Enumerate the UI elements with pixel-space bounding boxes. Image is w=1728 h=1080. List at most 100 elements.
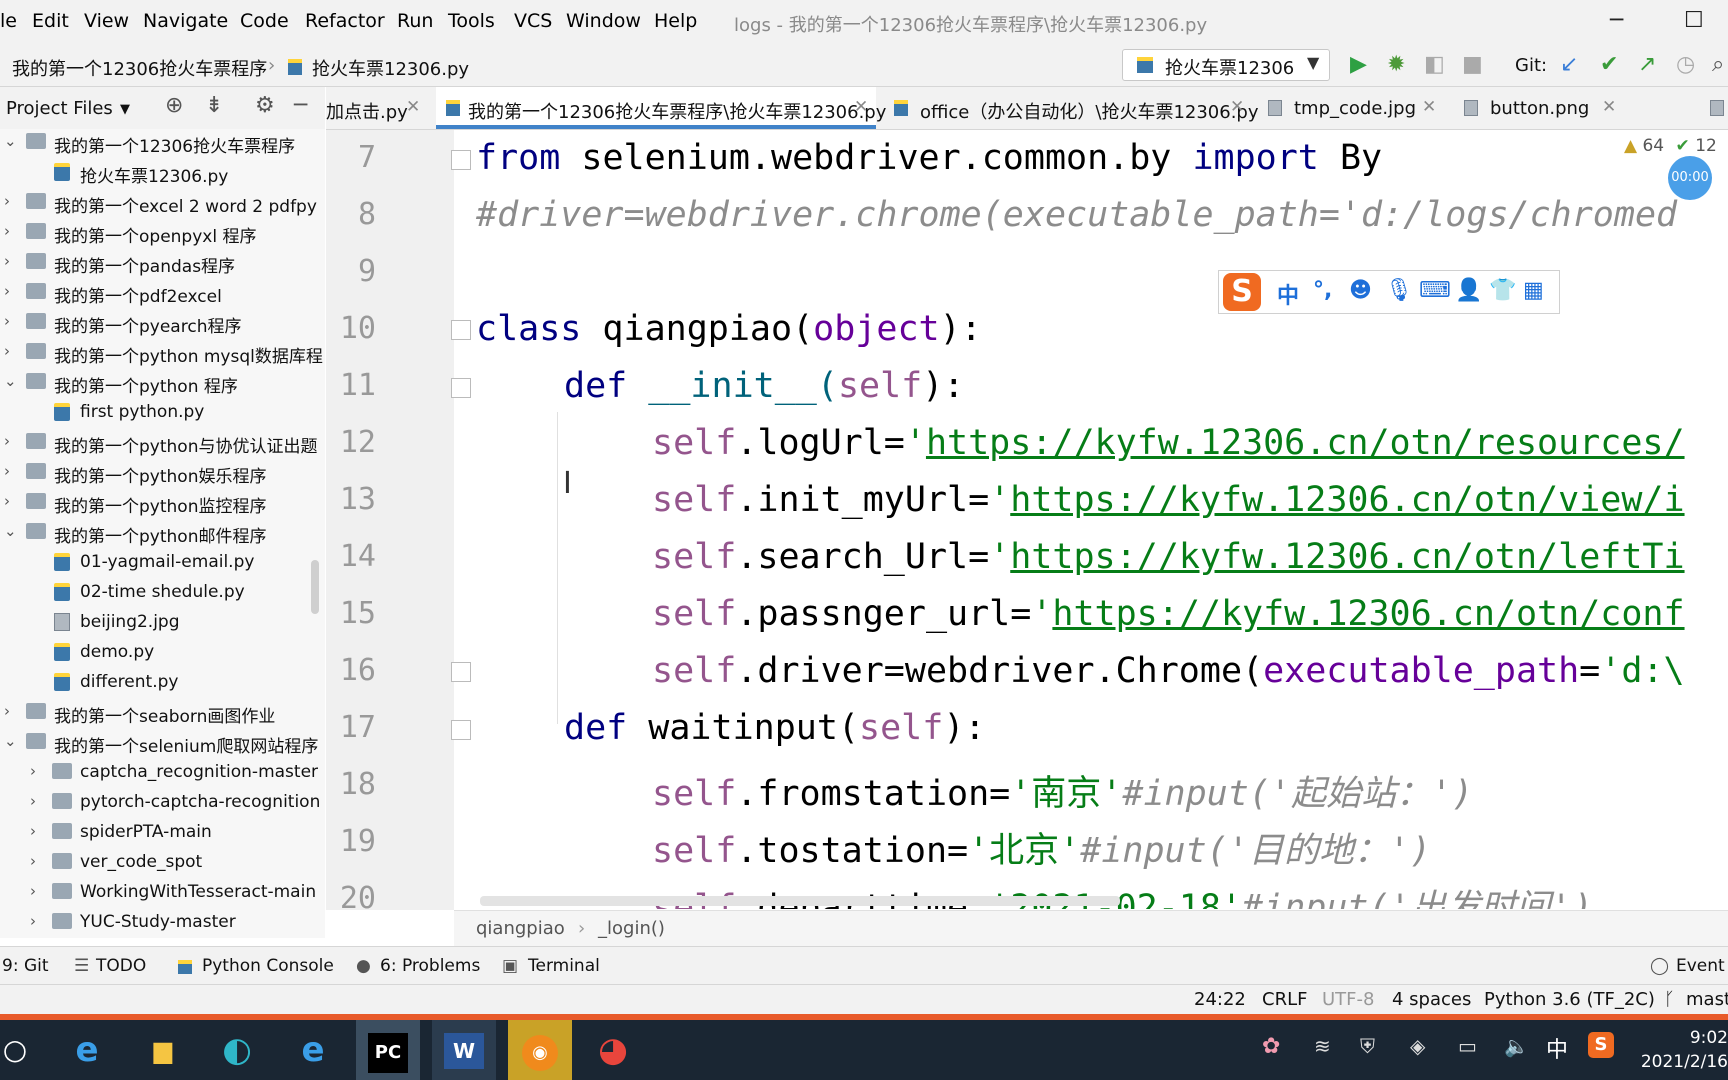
close-icon[interactable]: ✕ — [406, 97, 420, 117]
close-icon[interactable]: ✕ — [854, 97, 868, 117]
close-icon[interactable]: ✕ — [1230, 97, 1244, 117]
stop-icon[interactable]: ■ — [1462, 52, 1483, 77]
toolwindow-terminal[interactable]: Terminal — [528, 956, 600, 976]
project-view-select[interactable]: Project Files — [6, 98, 113, 119]
chevron-right-icon[interactable]: › — [4, 702, 10, 720]
menu-navigate[interactable]: Navigate — [143, 10, 228, 32]
coverage-icon[interactable]: ◧ — [1424, 52, 1445, 77]
internet-explorer-icon[interactable]: e — [64, 1028, 110, 1072]
inspection-widget[interactable]: ▲ 64 ✔ 12 — [1624, 136, 1717, 156]
fold-marker-icon[interactable] — [451, 150, 471, 170]
menu-vcs[interactable]: VCS — [514, 10, 552, 32]
collapse-all-icon[interactable]: ⇟ — [205, 93, 223, 118]
tab-tmp-code-jpg[interactable]: tmp_code.jpg ✕ — [1260, 87, 1446, 129]
pycharm-icon[interactable]: PC — [356, 1020, 420, 1080]
chevron-down-icon[interactable]: ⌄ — [4, 732, 17, 750]
input-method-indicator[interactable]: 中 — [1546, 1032, 1568, 1064]
toolwindow-todo[interactable]: TODO — [96, 956, 146, 976]
chevron-right-icon[interactable]: › — [30, 792, 36, 810]
ime-language-toggle[interactable]: 中 — [1277, 278, 1299, 310]
tree-item[interactable]: ⌄ 我的第一个12306抢火车票程序 — [0, 129, 325, 157]
fold-marker-icon[interactable] — [451, 320, 471, 340]
chevron-down-icon[interactable]: ⌄ — [4, 522, 17, 540]
tree-item[interactable]: › 我的第一个python与协优认证出题 — [0, 429, 325, 457]
fold-marker-icon[interactable] — [451, 662, 471, 682]
close-icon[interactable]: ✕ — [1602, 97, 1616, 117]
menu-view[interactable]: View — [84, 10, 129, 32]
volume-icon[interactable]: 🔈 — [1504, 1034, 1529, 1058]
tab-overflow[interactable] — [1710, 87, 1728, 129]
toolwindow-problems[interactable]: 6: Problems — [380, 956, 480, 976]
menu-edit[interactable]: Edit — [32, 10, 69, 32]
microphone-icon[interactable]: 🎙 — [1385, 278, 1413, 303]
tree-item[interactable]: › captcha_recognition-master — [0, 759, 325, 787]
tree-item[interactable]: 02-time shedule.py — [0, 579, 325, 607]
file-encoding[interactable]: UTF-8 — [1322, 989, 1374, 1010]
shield-icon[interactable]: ⛨ — [1360, 1034, 1375, 1058]
chevron-down-icon[interactable]: ▼ — [120, 102, 130, 117]
tab-office-12306[interactable]: office（办公自动化）\抢火车票12306.py ✕ — [886, 87, 1259, 129]
tree-item[interactable]: different.py — [0, 669, 325, 697]
tree-item[interactable]: ⌄ 我的第一个python邮件程序 — [0, 519, 325, 547]
chevron-right-icon[interactable]: › — [4, 432, 10, 450]
chevron-right-icon[interactable]: › — [4, 282, 10, 300]
tree-item[interactable]: demo.py — [0, 639, 325, 667]
project-tree-scrollbar[interactable] — [311, 560, 319, 614]
ime-punctuation-toggle[interactable]: °, — [1313, 278, 1332, 303]
locate-icon[interactable]: ⊕ — [165, 93, 183, 118]
menu-run[interactable]: Run — [397, 10, 433, 32]
chevron-right-icon[interactable]: › — [30, 822, 36, 840]
tree-item[interactable]: › ver_code_spot — [0, 849, 325, 877]
breadcrumb-class[interactable]: qiangpiao — [476, 918, 565, 939]
edge-icon[interactable]: ◐ — [214, 1028, 260, 1072]
git-branch[interactable]: mast — [1686, 989, 1728, 1010]
python-interpreter[interactable]: Python 3.6 (TF_2C) — [1484, 989, 1655, 1010]
editor-horizontal-scrollbar[interactable] — [480, 896, 1120, 906]
user-icon[interactable]: 👤 — [1455, 278, 1482, 303]
indent-setting[interactable]: 4 spaces — [1392, 989, 1471, 1010]
git-commit-icon[interactable]: ✔ — [1600, 52, 1618, 77]
tree-item[interactable]: › 我的第一个pdf2excel — [0, 279, 325, 307]
menu-help[interactable]: Help — [654, 10, 697, 32]
caret-position[interactable]: 24:22 — [1194, 989, 1246, 1010]
chevron-right-icon[interactable]: › — [4, 342, 10, 360]
tab-button-png[interactable]: button.png ✕ — [1456, 87, 1626, 129]
menu-file[interactable]: le — [0, 10, 17, 32]
battery-icon[interactable]: ▭ — [1458, 1034, 1477, 1058]
search-everywhere-icon[interactable]: ⌕ — [1712, 52, 1724, 77]
chevron-right-icon[interactable]: › — [4, 252, 10, 270]
gear-icon[interactable]: ⚙ — [255, 93, 275, 118]
minimize-icon[interactable]: ─ — [1610, 8, 1623, 33]
apps-grid-icon[interactable]: ▦ — [1523, 278, 1544, 303]
chevron-right-icon[interactable]: › — [4, 192, 10, 210]
sogou-logo-icon[interactable]: S — [1223, 273, 1261, 311]
skin-icon[interactable]: 👕 — [1489, 278, 1516, 303]
menu-refactor[interactable]: Refactor — [305, 10, 385, 32]
file-explorer-icon[interactable]: ▆ — [140, 1028, 186, 1072]
tree-item[interactable]: › 我的第一个pandas程序 — [0, 249, 325, 277]
tree-item[interactable]: beijing2.jpg — [0, 609, 325, 637]
tree-item[interactable]: › 我的第一个pyearch程序 — [0, 309, 325, 337]
run-icon[interactable]: ▶ — [1350, 52, 1367, 77]
search-icon[interactable]: ○ — [0, 1028, 30, 1072]
system-clock[interactable]: 9:02 2021/2/16 — [1630, 1026, 1728, 1074]
chevron-right-icon[interactable]: › — [30, 762, 36, 780]
fold-marker-icon[interactable] — [451, 378, 471, 398]
chevron-right-icon[interactable]: › — [4, 462, 10, 480]
tree-item[interactable]: › 我的第一个seaborn画图作业 — [0, 699, 325, 727]
toolwindow-git[interactable]: 9: Git — [2, 956, 49, 976]
maximize-icon[interactable]: ☐ — [1684, 8, 1704, 33]
word-icon[interactable]: W — [432, 1020, 496, 1080]
git-push-icon[interactable]: ↗ — [1638, 52, 1656, 77]
chevron-right-icon[interactable]: › — [30, 852, 36, 870]
tab-12306-main[interactable]: 我的第一个12306抢火车票程序\抢火车票12306.py ✕ — [436, 87, 886, 129]
tree-item[interactable]: › WorkingWithTesseract-main — [0, 879, 325, 907]
keyboard-icon[interactable]: ⌨ — [1419, 278, 1451, 303]
tree-item[interactable]: › 我的第一个python mysql数据库程 — [0, 339, 325, 367]
history-icon[interactable]: ◷ — [1676, 52, 1695, 77]
toolwindow-python-console[interactable]: Python Console — [202, 956, 334, 976]
chrome-icon[interactable]: ◕ — [590, 1028, 636, 1072]
recorder-icon[interactable]: ◉ — [508, 1020, 572, 1080]
tree-item[interactable]: › 我的第一个python娱乐程序 — [0, 459, 325, 487]
breadcrumb-method[interactable]: _login() — [598, 918, 665, 939]
